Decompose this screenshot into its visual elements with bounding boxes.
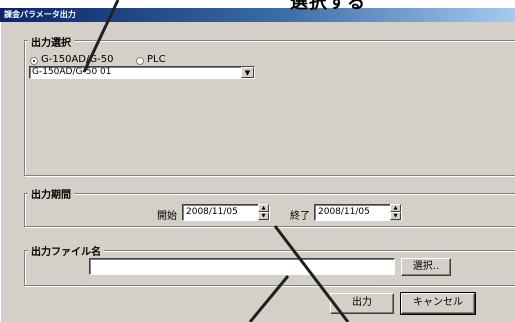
pointer-line-file (248, 275, 290, 322)
pointer-line-top (82, 0, 120, 73)
pointer-line-date (273, 225, 350, 322)
annotation-pointers (82, 0, 350, 322)
